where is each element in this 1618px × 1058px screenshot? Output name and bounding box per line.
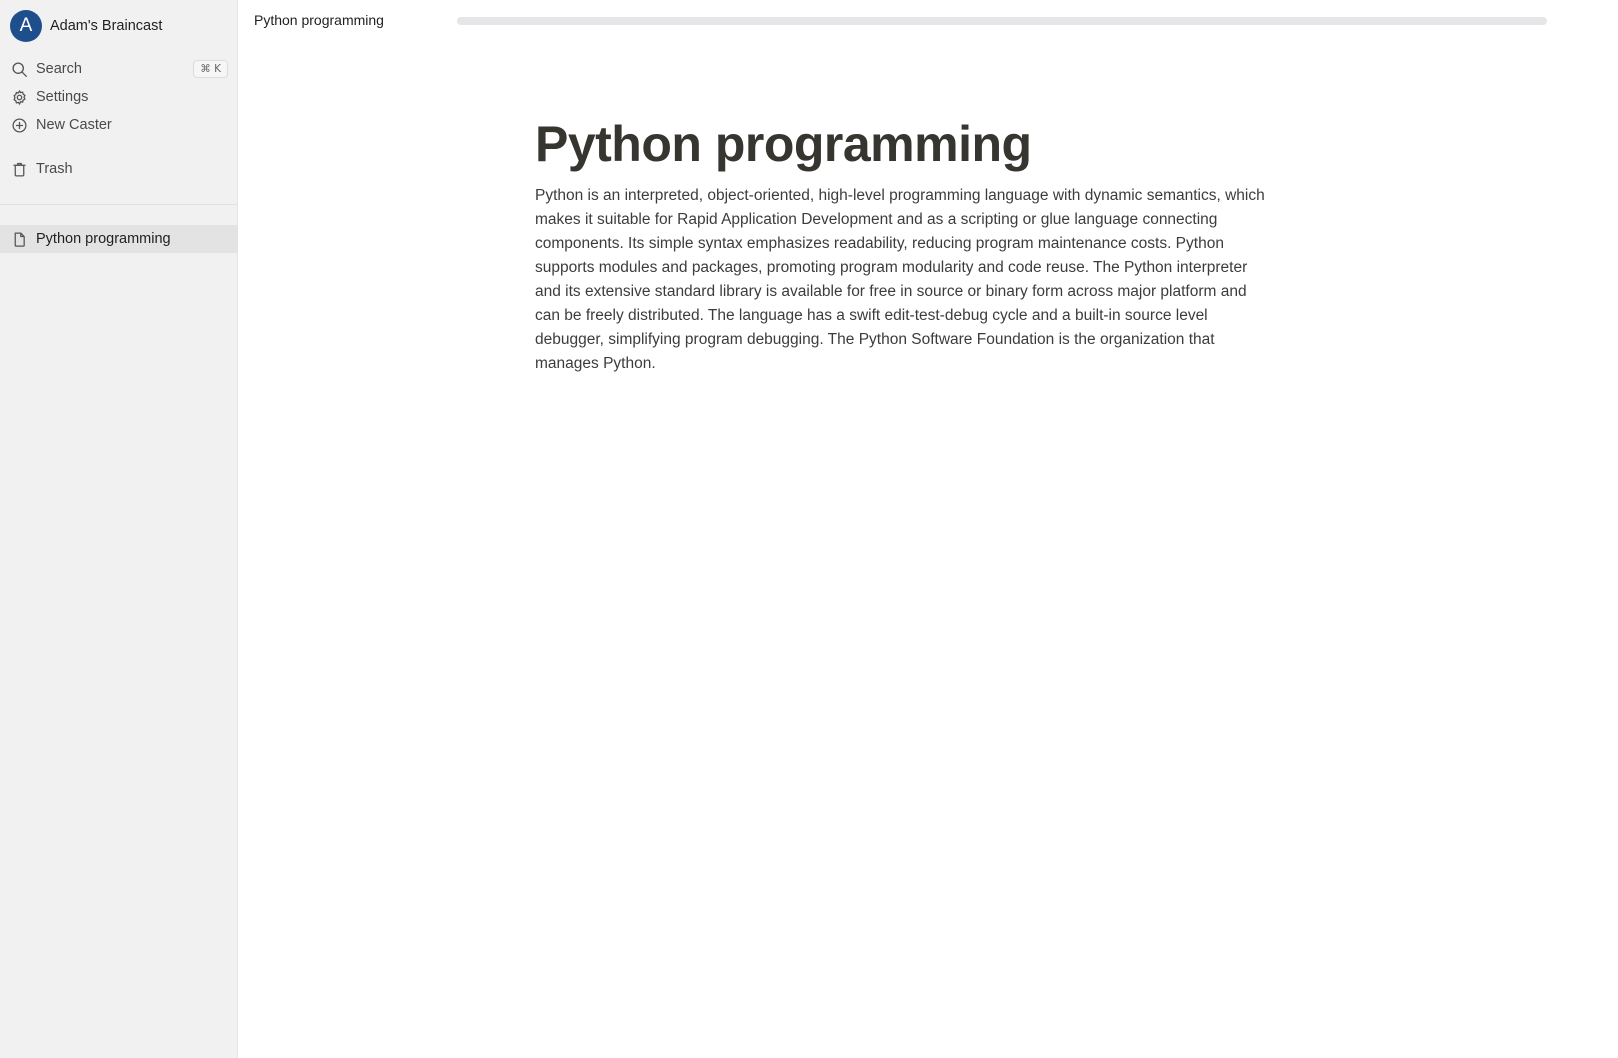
progress-bar (457, 17, 1547, 25)
sidebar: A Adam's Braincast Search ⌘ K Settings N… (0, 0, 238, 1058)
workspace-switcher[interactable]: A Adam's Braincast (10, 10, 162, 42)
sidebar-item-label: Trash (36, 161, 73, 177)
trash-icon (10, 160, 28, 178)
workspace-name: Adam's Braincast (50, 18, 163, 34)
sidebar-page-python-programming[interactable]: Python programming (0, 225, 238, 253)
search-icon (10, 60, 28, 78)
avatar: A (10, 10, 42, 42)
topbar-page-title: Python programming (254, 12, 384, 28)
main-content: Python programming Python programming Py… (238, 0, 1618, 1058)
sidebar-item-label: Settings (36, 89, 89, 105)
sidebar-item-search[interactable]: Search ⌘ K (10, 56, 228, 82)
sidebar-item-settings[interactable]: Settings (10, 84, 228, 110)
sidebar-divider (0, 204, 238, 205)
sidebar-item-trash[interactable]: Trash (10, 156, 228, 182)
keyboard-shortcut-badge: ⌘ K (193, 60, 228, 78)
sidebar-item-new-caster[interactable]: New Caster (10, 112, 228, 138)
document-icon (10, 230, 28, 248)
gear-icon (10, 88, 28, 106)
app-window: A Adam's Braincast Search ⌘ K Settings N… (0, 0, 1618, 1058)
document-title[interactable]: Python programming (535, 112, 1275, 176)
sidebar-item-label: New Caster (36, 117, 112, 133)
sidebar-page-label: Python programming (36, 231, 171, 247)
plus-circle-icon (10, 116, 28, 134)
document-body[interactable]: Python is an interpreted, object-oriente… (535, 184, 1275, 376)
document-editor[interactable]: Python programming Python is an interpre… (535, 112, 1275, 376)
sidebar-item-label: Search (36, 61, 82, 77)
